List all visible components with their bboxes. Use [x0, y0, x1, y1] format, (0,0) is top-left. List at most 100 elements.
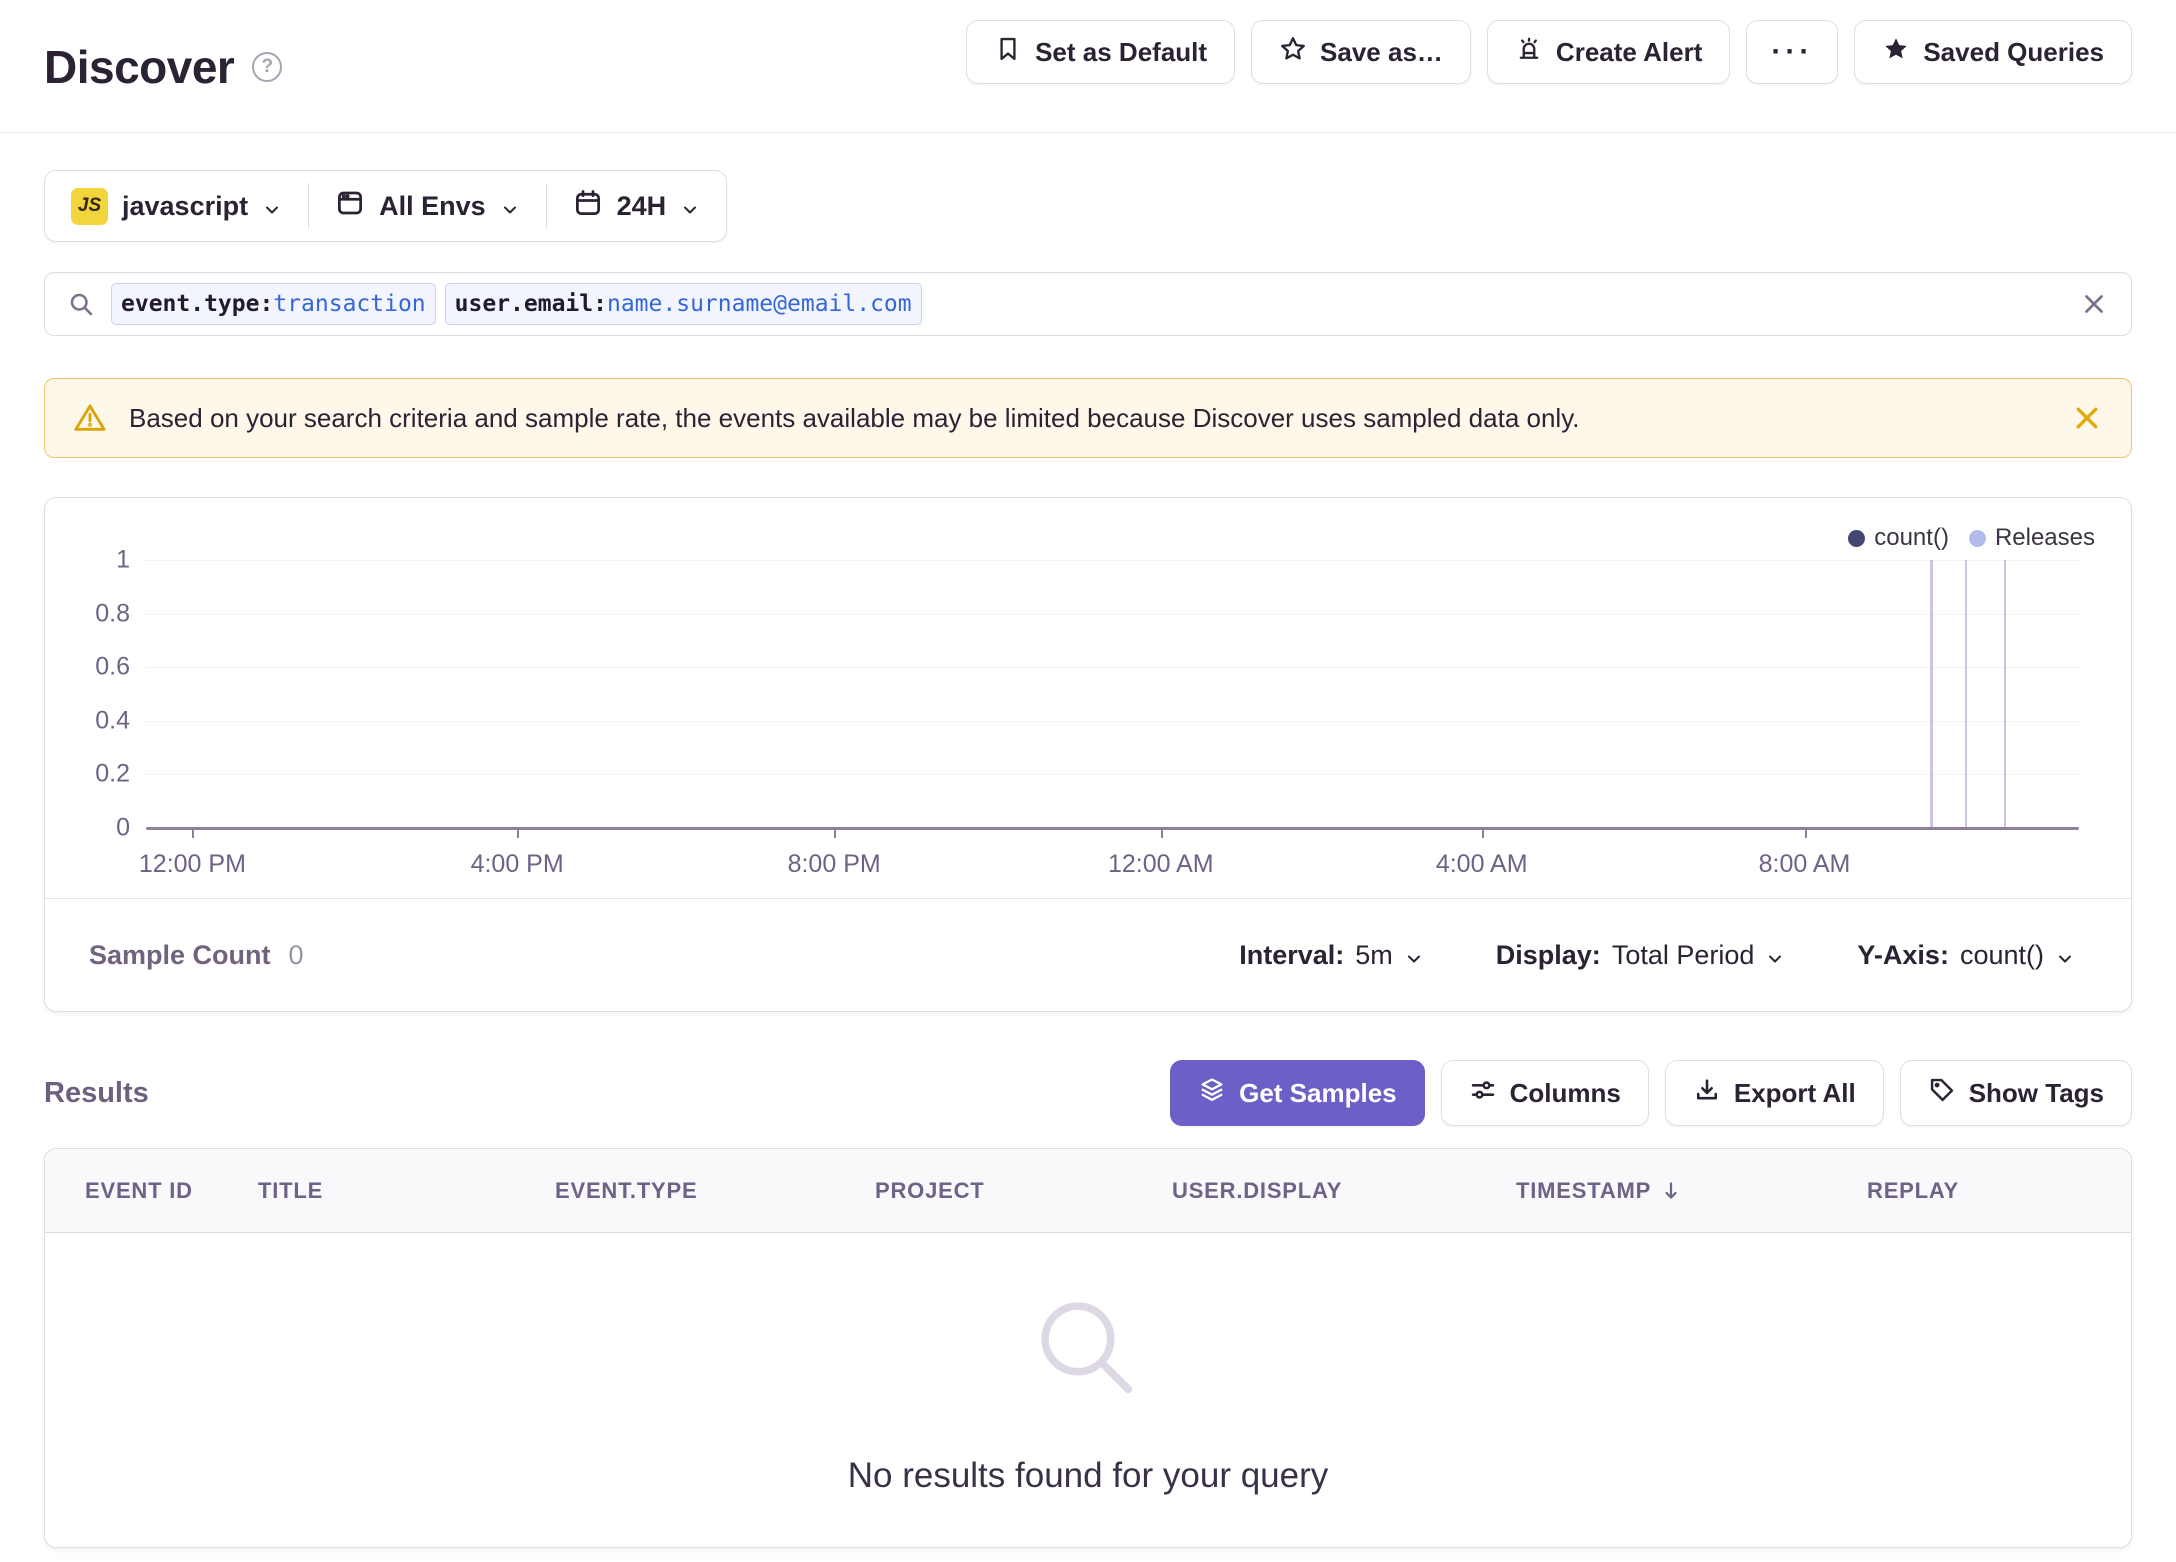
legend-item-releases[interactable]: Releases	[1968, 524, 2095, 552]
search-token-user-email[interactable]: user.email: name.surname@email.com	[444, 283, 922, 325]
get-samples-label: Get Samples	[1239, 1077, 1397, 1108]
x-axis-tick	[834, 828, 837, 838]
display-label: Display:	[1495, 939, 1601, 970]
interval-label: Interval:	[1239, 939, 1345, 970]
create-alert-label: Create Alert	[1555, 36, 1703, 67]
x-axis-tick-label: 12:00 PM	[138, 850, 246, 878]
magnifier-empty-icon	[1025, 1286, 1151, 1412]
project-selector[interactable]: JS javascript	[45, 171, 308, 241]
chevron-down-icon	[262, 196, 282, 216]
set-as-default-label: Set as Default	[1035, 36, 1208, 67]
save-as-label: Save as…	[1320, 36, 1443, 67]
results-table-header: Event ID Title Event.Type Project User.D…	[45, 1149, 2131, 1233]
x-axis-tick-label: 4:00 PM	[470, 850, 564, 878]
y-axis-tick-label: 0	[116, 813, 130, 842]
chevron-down-icon	[500, 196, 520, 216]
page-header: Discover ? Set as Default Save as… Creat…	[0, 0, 2176, 133]
search-token-row: event.type: transaction user.email: name.s…	[111, 283, 2063, 325]
chevron-down-icon	[1404, 945, 1424, 965]
layers-icon	[1198, 1076, 1226, 1111]
star-filled-icon	[1882, 35, 1910, 70]
time-range-selector-label: 24H	[616, 190, 667, 221]
y-axis-tick-label: 0.4	[95, 706, 130, 735]
column-label: Replay	[1867, 1177, 1960, 1203]
discover-page: Discover ? Set as Default Save as… Creat…	[0, 0, 2176, 1562]
releases-series-dot	[1968, 529, 1986, 547]
sort-descending-icon	[1659, 1179, 1683, 1203]
yaxis-dropdown[interactable]: Y-Axis: count()	[1857, 940, 2075, 971]
more-options-button[interactable]: ···	[1746, 20, 1839, 84]
page-filter-bar: JS javascript All Envs 24H	[44, 170, 728, 242]
star-outline-icon	[1279, 35, 1307, 70]
results-table: Event ID Title Event.Type Project User.D…	[44, 1148, 2132, 1548]
columns-label: Columns	[1509, 1077, 1621, 1108]
display-dropdown[interactable]: Display: Total Period	[1496, 940, 1786, 971]
column-header-timestamp[interactable]: Timestamp	[1516, 1178, 1867, 1204]
environment-selector[interactable]: All Envs	[309, 171, 546, 241]
window-icon	[335, 188, 365, 225]
column-label: Title	[258, 1177, 324, 1203]
column-header-replay[interactable]: Replay	[1867, 1178, 2131, 1204]
show-tags-button[interactable]: Show Tags	[1899, 1060, 2132, 1126]
clear-search-icon[interactable]	[2079, 289, 2109, 319]
gridline	[146, 721, 2079, 722]
release-marker-line[interactable]	[1964, 560, 1968, 828]
javascript-platform-icon: JS	[71, 187, 108, 225]
column-label: Event ID	[85, 1177, 193, 1203]
release-marker-line[interactable]	[2003, 560, 2007, 828]
column-label: User.Display	[1172, 1177, 1343, 1203]
column-label: Timestamp	[1516, 1177, 1652, 1203]
y-axis-tick-label: 1	[116, 545, 130, 574]
calendar-icon	[573, 188, 603, 225]
chart-footer: Sample Count 0 Interval: 5m Display: Tot…	[45, 898, 2131, 1011]
saved-queries-button[interactable]: Saved Queries	[1854, 20, 2132, 84]
results-actions: Get Samples Columns Export All Show Tags	[1170, 1060, 2132, 1126]
siren-icon	[1515, 35, 1543, 70]
events-chart-panel: count() Releases 1 0.8 0.6 0.4 0.2 0 12:…	[44, 497, 2132, 1012]
count-series-dot	[1848, 529, 1866, 547]
x-axis-tick	[1160, 828, 1163, 838]
columns-button[interactable]: Columns	[1440, 1060, 1649, 1126]
warning-banner-text: Based on your search criteria and sample…	[129, 402, 1580, 433]
x-axis-tick	[1481, 828, 1484, 838]
sample-count-value: 0	[288, 939, 304, 970]
y-axis-tick-label: 0.8	[95, 599, 130, 628]
sample-count-label: Sample Count	[89, 939, 271, 970]
interval-dropdown[interactable]: Interval: 5m	[1239, 940, 1424, 971]
x-axis-tick	[1804, 828, 1807, 838]
column-header-user-display[interactable]: User.Display	[1172, 1178, 1516, 1204]
yaxis-value: count()	[1959, 939, 2044, 970]
column-header-title[interactable]: Title	[258, 1178, 555, 1204]
token-value: transaction	[273, 291, 426, 317]
chart-legend: count() Releases	[1848, 524, 2095, 552]
tag-icon	[1928, 1076, 1956, 1111]
column-header-project[interactable]: Project	[875, 1178, 1172, 1204]
warning-triangle-icon	[73, 401, 107, 435]
display-value: Total Period	[1611, 939, 1755, 970]
column-header-event-type[interactable]: Event.Type	[555, 1178, 875, 1204]
help-icon[interactable]: ?	[252, 51, 283, 82]
save-as-button[interactable]: Save as…	[1251, 20, 1471, 84]
gridline	[146, 560, 2079, 561]
get-samples-button[interactable]: Get Samples	[1170, 1060, 1425, 1126]
dismiss-banner-icon[interactable]	[2071, 402, 2103, 434]
chevron-down-icon	[680, 196, 700, 216]
legend-count-label: count()	[1874, 524, 1949, 551]
export-all-button[interactable]: Export All	[1664, 1060, 1884, 1126]
search-token-event-type[interactable]: event.type: transaction	[111, 283, 436, 325]
legend-item-count[interactable]: count()	[1848, 524, 1949, 552]
sliders-icon	[1469, 1076, 1497, 1111]
show-tags-label: Show Tags	[1968, 1077, 2104, 1108]
set-as-default-button[interactable]: Set as Default	[966, 20, 1236, 84]
create-alert-button[interactable]: Create Alert	[1486, 20, 1731, 84]
yaxis-label: Y-Axis:	[1857, 939, 1949, 970]
column-label: Event.Type	[555, 1177, 698, 1203]
chevron-down-icon	[1765, 945, 1785, 965]
column-header-event-id[interactable]: Event ID	[85, 1178, 258, 1204]
sampled-data-warning-banner: Based on your search criteria and sample…	[44, 378, 2132, 458]
time-range-selector[interactable]: 24H	[547, 171, 727, 241]
y-axis-tick-label: 0.6	[95, 652, 130, 681]
search-bar[interactable]: event.type: transaction user.email: name.s…	[44, 272, 2132, 336]
results-toolbar: Results Get Samples Columns Export All S…	[44, 1056, 2132, 1130]
release-marker-line[interactable]	[1930, 560, 1933, 828]
